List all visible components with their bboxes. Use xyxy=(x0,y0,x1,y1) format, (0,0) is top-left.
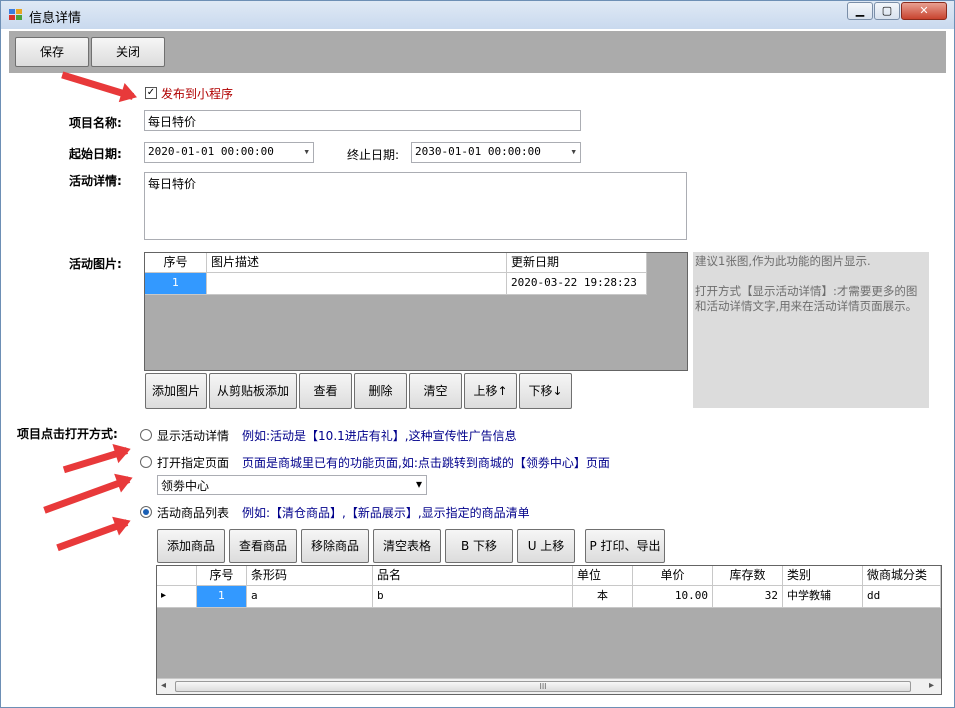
page-select-value: 领劵中心 xyxy=(161,479,210,493)
table-cell[interactable]: b xyxy=(373,586,573,608)
end-date-value: 2030-01-01 00:00:00 xyxy=(415,145,541,158)
radio-product-list[interactable] xyxy=(140,506,152,518)
radio-label: 活动商品列表 xyxy=(157,506,230,520)
publish-checkbox[interactable]: ✓ xyxy=(145,87,157,99)
detail-label: 活动详情: xyxy=(69,174,122,188)
save-button[interactable]: 保存 xyxy=(15,37,89,67)
toolbar: 保存 关闭 xyxy=(9,31,946,73)
move-down-button[interactable]: 下移↓ xyxy=(519,373,572,409)
column-header[interactable]: 更新日期 xyxy=(507,253,647,273)
column-header[interactable]: 单位 xyxy=(573,566,633,586)
detail-textarea[interactable]: 每日特价 xyxy=(144,172,687,240)
radio-open-page[interactable] xyxy=(140,456,152,468)
calendar-dropdown-icon[interactable]: ▾ xyxy=(570,145,577,158)
table-cell[interactable]: a xyxy=(247,586,373,608)
column-header[interactable]: 序号 xyxy=(197,566,247,586)
table-cell[interactable]: 中学教辅 xyxy=(783,586,863,608)
chevron-down-icon[interactable]: ▾ xyxy=(416,477,422,491)
image-table[interactable]: 序号 图片描述 更新日期 1 2020-03-22 19:28:23 xyxy=(144,252,688,371)
column-header[interactable]: 类别 xyxy=(783,566,863,586)
table-cell[interactable]: 1 xyxy=(145,273,207,295)
hint-text: 打开方式【显示活动详情】:才需要更多的图和活动详情文字,用来在活动详情页面展示。 xyxy=(695,284,918,313)
column-header[interactable]: 品名 xyxy=(373,566,573,586)
close-icon[interactable]: ✕ xyxy=(901,2,947,20)
title-bar: 信息详情 ▁ ▢ ✕ xyxy=(1,1,954,29)
radio-description: 例如:活动是【10.1进店有礼】,这种宣传性广告信息 xyxy=(242,429,517,443)
column-header[interactable]: 图片描述 xyxy=(207,253,507,273)
add-from-clipboard-button[interactable]: 从剪贴板添加 xyxy=(209,373,297,409)
table-cell[interactable] xyxy=(207,273,507,295)
delete-image-button[interactable]: 删除 xyxy=(354,373,407,409)
row-selector-icon[interactable]: ▸ xyxy=(157,586,197,608)
annotation-arrow xyxy=(56,519,129,552)
table-cell[interactable]: 10.00 xyxy=(633,586,713,608)
move-up-product-button[interactable]: U 上移 xyxy=(517,529,575,563)
table-cell[interactable]: dd xyxy=(863,586,941,608)
radio-description: 例如:【清仓商品】,【新品展示】,显示指定的商品清单 xyxy=(242,506,530,520)
annotation-arrow xyxy=(62,447,129,474)
row-header-corner xyxy=(157,566,197,586)
close-button[interactable]: 关闭 xyxy=(91,37,165,67)
column-header[interactable]: 库存数 xyxy=(713,566,783,586)
minimize-icon[interactable]: ▁ xyxy=(847,2,873,20)
move-down-product-button[interactable]: B 下移 xyxy=(445,529,513,563)
radio-show-detail[interactable] xyxy=(140,429,152,441)
horizontal-scrollbar[interactable]: ◂ III ▸ xyxy=(157,678,941,694)
remove-product-button[interactable]: 移除商品 xyxy=(301,529,369,563)
move-up-button[interactable]: 上移↑ xyxy=(464,373,517,409)
radio-description: 页面是商城里已有的功能页面,如:点击跳转到商城的【领劵中心】页面 xyxy=(242,456,610,470)
view-product-button[interactable]: 查看商品 xyxy=(229,529,297,563)
scroll-thumb[interactable]: III xyxy=(175,681,911,692)
annotation-arrow xyxy=(61,71,135,100)
table-cell[interactable]: 32 xyxy=(713,586,783,608)
maximize-icon[interactable]: ▢ xyxy=(874,2,900,20)
scroll-right-icon[interactable]: ▸ xyxy=(929,680,934,691)
column-header[interactable]: 序号 xyxy=(145,253,207,273)
window-title: 信息详情 xyxy=(29,11,82,26)
table-cell[interactable]: 1 xyxy=(197,586,247,608)
scroll-left-icon[interactable]: ◂ xyxy=(161,680,166,691)
radio-label: 显示活动详情 xyxy=(157,429,230,443)
name-input[interactable]: 每日特价 xyxy=(144,110,581,131)
radio-label: 打开指定页面 xyxy=(157,456,230,470)
image-label: 活动图片: xyxy=(69,257,122,271)
window: 信息详情 ▁ ▢ ✕ 保存 关闭 ✓ 发布到小程序 项目名称: 每日特价 起始日… xyxy=(0,0,955,708)
annotation-arrow xyxy=(43,476,131,514)
product-table[interactable]: 序号 条形码 品名 单位 单价 库存数 类别 微商城分类 ▸ 1 a b 本 1… xyxy=(156,565,942,695)
start-date-picker[interactable]: 2020-01-01 00:00:00 ▾ xyxy=(144,142,314,163)
hint-panel: 建议1张图,作为此功能的图片显示. 打开方式【显示活动详情】:才需要更多的图和活… xyxy=(693,252,929,408)
table-cell[interactable]: 2020-03-22 19:28:23 xyxy=(507,273,647,295)
table-cell[interactable]: 本 xyxy=(573,586,633,608)
open-mode-label: 项目点击打开方式: xyxy=(17,427,118,441)
clear-images-button[interactable]: 清空 xyxy=(409,373,462,409)
clear-table-button[interactable]: 清空表格 xyxy=(373,529,441,563)
column-header[interactable]: 条形码 xyxy=(247,566,373,586)
publish-label: 发布到小程序 xyxy=(161,87,234,101)
column-header[interactable]: 微商城分类 xyxy=(863,566,941,586)
column-header[interactable]: 单价 xyxy=(633,566,713,586)
name-label: 项目名称: xyxy=(69,116,122,130)
calendar-dropdown-icon[interactable]: ▾ xyxy=(303,145,310,158)
app-icon xyxy=(9,9,23,21)
view-image-button[interactable]: 查看 xyxy=(299,373,352,409)
start-date-value: 2020-01-01 00:00:00 xyxy=(148,145,274,158)
end-date-picker[interactable]: 2030-01-01 00:00:00 ▾ xyxy=(411,142,581,163)
hint-text: 建议1张图,作为此功能的图片显示. xyxy=(695,254,871,268)
page-select[interactable]: 领劵中心 ▾ xyxy=(157,475,427,495)
add-product-button[interactable]: 添加商品 xyxy=(157,529,225,563)
add-image-button[interactable]: 添加图片 xyxy=(145,373,207,409)
start-date-label: 起始日期: xyxy=(69,147,122,161)
end-date-label: 终止日期: xyxy=(347,148,400,162)
print-export-button[interactable]: P 打印、导出 xyxy=(585,529,665,563)
